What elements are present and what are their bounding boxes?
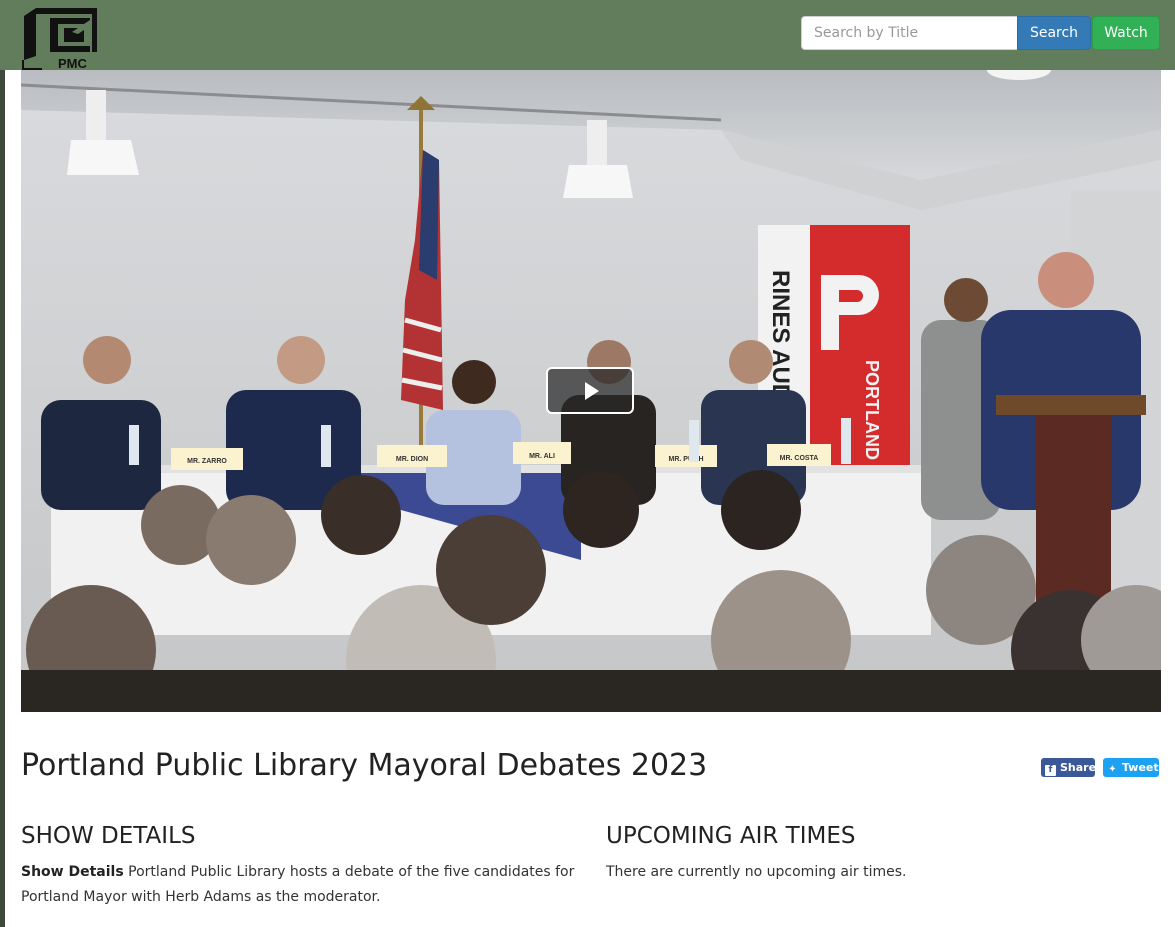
name-card: MR. COSTA (780, 455, 819, 462)
air-times-message: There are currently no upcoming air time… (606, 864, 907, 880)
facebook-share-button[interactable]: f Share (1041, 758, 1097, 777)
search-button[interactable]: Search (1017, 16, 1091, 50)
search-input[interactable] (801, 16, 1017, 50)
logo-text: PMC (58, 56, 88, 70)
banner-vertical-text: RINES AUD (767, 270, 794, 401)
pmc-logo[interactable]: PMC (20, 4, 100, 71)
logo-mark-icon: PMC (22, 8, 97, 71)
show-details-label: Show Details (21, 864, 124, 880)
left-edge-bar (0, 70, 5, 927)
page-title: Portland Public Library Mayoral Debates … (21, 748, 708, 783)
page: PMC Search Watch (0, 0, 1175, 927)
air-times-heading: UPCOMING AIR TIMES (606, 823, 856, 849)
name-card: MR. ZARRO (187, 458, 227, 465)
site-header: PMC Search Watch (0, 0, 1175, 71)
show-details-text: Show Details Portland Public Library hos… (21, 860, 586, 910)
tweet-label: Tweet (1122, 761, 1159, 774)
show-details-heading: SHOW DETAILS (21, 823, 196, 849)
name-card: MR. ALI (529, 453, 555, 460)
twitter-icon: ✦ (1108, 764, 1117, 775)
tweet-button[interactable]: ✦ Tweet (1103, 758, 1159, 777)
share-label: Share (1060, 761, 1097, 774)
video-player[interactable]: RINES AUD PORTLAND PUBLIC LIBRARY MR. ZA… (21, 70, 1161, 712)
name-card: MR. DION (396, 456, 428, 463)
watch-button[interactable]: Watch (1092, 16, 1160, 50)
facebook-icon: f (1045, 765, 1056, 776)
play-button[interactable] (546, 367, 634, 414)
play-icon (585, 382, 599, 400)
